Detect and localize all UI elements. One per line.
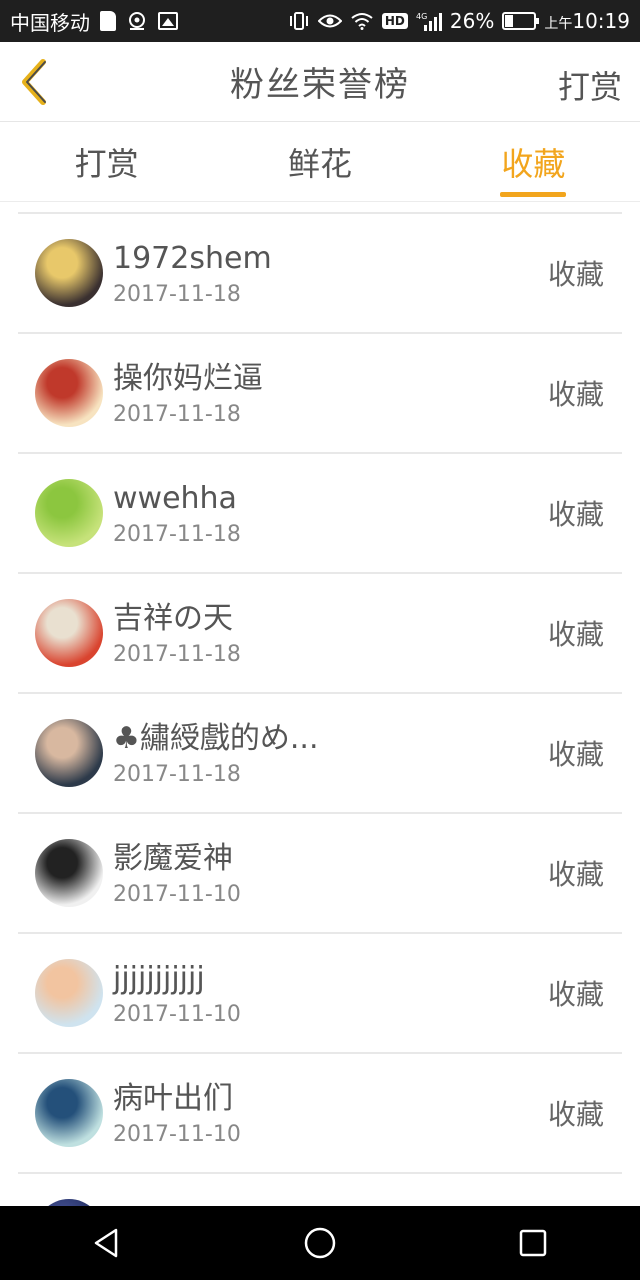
item-text: 影魔爱神 2017-11-10 xyxy=(113,840,241,907)
avatar[interactable] xyxy=(35,479,103,547)
app-header: 粉丝荣誉榜 打赏 xyxy=(0,42,640,122)
item-text: 吉祥の天 2017-11-18 xyxy=(113,600,241,667)
list-item[interactable]: 1972shem 2017-11-18 收藏 xyxy=(18,214,622,334)
avatar[interactable] xyxy=(35,359,103,427)
item-text: ♣繡綬戲的め... 2017-11-18 xyxy=(113,720,319,787)
nav-back-icon xyxy=(94,1228,117,1258)
status-bar: 中国移动 HD 4G 26% 上午10:19 xyxy=(0,0,640,42)
system-nav-bar xyxy=(0,1206,640,1280)
item-text: 1972shem 2017-11-18 xyxy=(113,240,272,307)
tab-label: 打赏 xyxy=(74,144,139,183)
item-text: wwehha 2017-11-18 xyxy=(113,480,241,547)
tab-active-indicator xyxy=(500,192,567,197)
tab-favorites[interactable]: 收藏 xyxy=(427,122,640,201)
item-date: 2017-11-10 xyxy=(113,1001,241,1027)
item-date: 2017-11-18 xyxy=(113,761,241,787)
user-name: 1972shem xyxy=(113,240,272,276)
item-date: 2017-11-18 xyxy=(113,281,241,307)
favorite-label: 收藏 xyxy=(547,1098,604,1131)
avatar[interactable] xyxy=(35,959,103,1027)
item-date: 2017-11-10 xyxy=(113,1121,241,1147)
favorite-label: 收藏 xyxy=(547,618,604,651)
signal-icon: 4G xyxy=(416,11,442,31)
sim-card-icon xyxy=(100,11,116,31)
list-item[interactable]: 病叶出们 2017-11-10 收藏 xyxy=(18,1054,622,1174)
hd-badge: HD xyxy=(381,13,408,29)
time-prefix: 上午 xyxy=(544,16,573,32)
location-icon xyxy=(126,10,148,32)
nav-back-button[interactable] xyxy=(77,1213,137,1273)
list-item[interactable]: 吉祥の天 2017-11-18 收藏 xyxy=(18,574,622,694)
chevron-left-icon xyxy=(22,59,46,105)
nav-home-icon xyxy=(304,1227,336,1259)
tab-label: 鲜花 xyxy=(287,144,352,183)
user-name: 吉祥の天 xyxy=(113,600,233,636)
svg-text:4G: 4G xyxy=(416,12,427,21)
user-name: wwehha xyxy=(113,480,237,516)
clock: 10:19 xyxy=(572,9,630,33)
tab-label: 收藏 xyxy=(501,144,566,183)
favorite-label: 收藏 xyxy=(547,378,604,411)
avatar[interactable] xyxy=(35,1079,103,1147)
image-icon xyxy=(158,12,178,30)
eye-icon xyxy=(317,12,342,30)
favorite-label: 收藏 xyxy=(547,498,604,531)
list-item[interactable]: ♣繡綬戲的め... 2017-11-18 收藏 xyxy=(18,694,622,814)
item-date: 2017-11-18 xyxy=(113,641,241,667)
list-item[interactable]: 非你战神收藏 xyxy=(18,1174,622,1206)
battery-percent: 26% xyxy=(449,9,495,33)
avatar[interactable] xyxy=(35,839,103,907)
avatar[interactable] xyxy=(35,239,103,307)
avatar[interactable] xyxy=(35,719,103,787)
favorite-label: 收藏 xyxy=(547,978,604,1011)
favorite-label: 收藏 xyxy=(547,858,604,891)
item-date: 2017-11-18 xyxy=(113,401,241,427)
list-item[interactable]: 操你妈烂逼 2017-11-18 收藏 xyxy=(18,334,622,454)
list-item[interactable]: wwehha 2017-11-18 收藏 xyxy=(18,454,622,574)
nav-recents-button[interactable] xyxy=(503,1213,563,1273)
user-name: 病叶出们 xyxy=(113,1080,233,1116)
fan-list[interactable]: 1972shem 2017-11-18 收藏 操你妈烂逼 2017-11-18 收藏 wwe… xyxy=(18,212,622,1206)
nav-home-button[interactable] xyxy=(290,1213,350,1273)
tab-bar: 打赏 鲜花 收藏 xyxy=(0,122,640,202)
nav-recents-icon xyxy=(520,1229,547,1257)
item-date: 2017-11-18 xyxy=(113,521,241,547)
battery-icon xyxy=(502,12,540,30)
tab-reward[interactable]: 打赏 xyxy=(0,122,213,201)
favorite-label: 收藏 xyxy=(547,738,604,771)
avatar[interactable] xyxy=(35,599,103,667)
page-title: 粉丝荣誉榜 xyxy=(230,65,410,105)
user-name: 操你妈烂逼 xyxy=(113,360,263,396)
user-name: 影魔爱神 xyxy=(113,840,233,876)
avatar[interactable] xyxy=(35,1199,103,1206)
wifi-icon xyxy=(350,12,374,30)
item-text: 操你妈烂逼 2017-11-18 xyxy=(113,360,263,427)
list-item[interactable]: 影魔爱神 2017-11-10 收藏 xyxy=(18,814,622,934)
list-item[interactable]: jjjjjjjjjjj 2017-11-10 收藏 xyxy=(18,934,622,1054)
user-name: jjjjjjjjjjj xyxy=(113,960,205,996)
reward-button[interactable]: 打赏 xyxy=(558,62,622,108)
back-button[interactable] xyxy=(14,58,54,106)
item-date: 2017-11-10 xyxy=(113,881,241,907)
item-text: 病叶出们 2017-11-10 xyxy=(113,1080,241,1147)
carrier-name: 中国移动 xyxy=(10,10,90,35)
tab-flowers[interactable]: 鲜花 xyxy=(213,122,426,201)
vibrate-icon xyxy=(288,11,310,31)
user-name: ♣繡綬戲的め... xyxy=(113,720,319,756)
item-text: jjjjjjjjjjj 2017-11-10 xyxy=(113,960,241,1027)
favorite-label: 收藏 xyxy=(547,258,604,291)
